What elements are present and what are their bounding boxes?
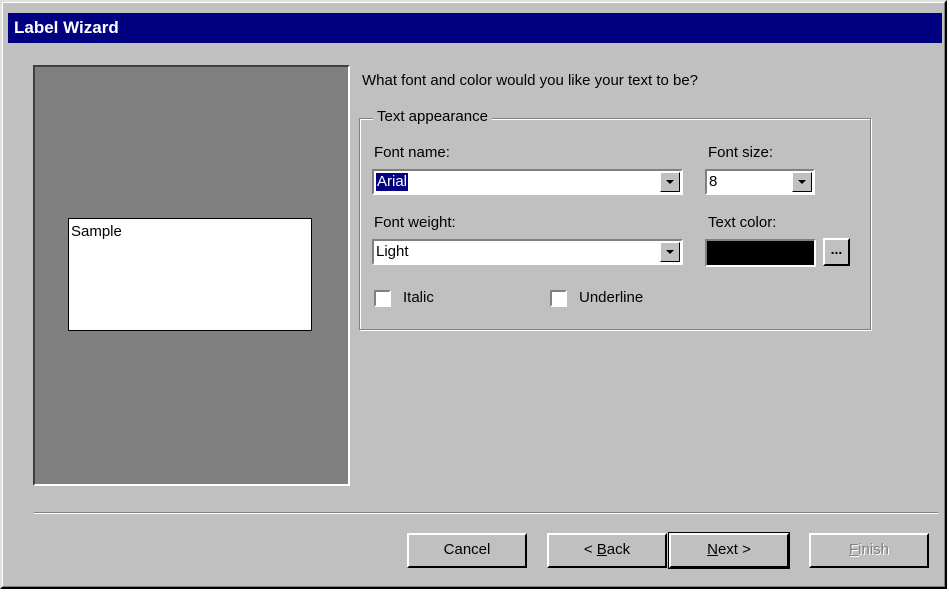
underline-label[interactable]: Underline (579, 289, 643, 306)
italic-checkbox[interactable] (374, 290, 391, 307)
font-name-combo[interactable]: Arial (372, 169, 683, 195)
text-color-swatch[interactable] (705, 239, 816, 267)
font-size-combo[interactable]: 8 (705, 169, 815, 195)
footer-separator (34, 512, 938, 514)
font-name-dropdown-button[interactable] (660, 172, 680, 192)
back-prefix: < (583, 541, 597, 558)
next-rest: ext > (717, 541, 751, 558)
chevron-down-icon (666, 180, 674, 184)
font-size-dropdown-button[interactable] (792, 172, 812, 192)
next-mnemonic: N (707, 541, 718, 558)
finish-mnemonic: F (848, 541, 859, 558)
text-color-picker-button[interactable]: ... (823, 238, 850, 266)
font-size-label: Font size: (708, 144, 774, 161)
font-name-label: Font name: (374, 144, 450, 161)
finish-button: Finish (809, 533, 929, 568)
font-name-value: Arial (376, 173, 409, 191)
sample-text: Sample (71, 223, 122, 240)
window-title: Label Wizard (14, 18, 119, 37)
wizard-question: What font and color would you like your … (362, 72, 699, 89)
next-button[interactable]: Next > (668, 532, 790, 569)
back-mnemonic: B (596, 541, 607, 558)
back-rest: ack (606, 541, 631, 558)
font-weight-dropdown-button[interactable] (660, 242, 680, 262)
sample-preview: Sample (68, 218, 312, 331)
font-weight-value: Light (376, 243, 409, 260)
text-color-label: Text color: (708, 214, 777, 231)
chevron-down-icon (798, 180, 806, 184)
finish-rest: inish (858, 541, 890, 558)
preview-panel: Sample (33, 65, 350, 486)
title-bar[interactable]: Label Wizard (8, 13, 942, 43)
chevron-down-icon (666, 250, 674, 254)
underline-checkbox[interactable] (550, 290, 567, 307)
italic-label[interactable]: Italic (403, 289, 434, 306)
back-button[interactable]: < Back (547, 533, 667, 568)
label-wizard-window: Label Wizard Sample What font and color … (0, 0, 947, 589)
font-weight-label: Font weight: (374, 214, 456, 231)
cancel-button[interactable]: Cancel (407, 533, 527, 568)
font-size-value: 8 (709, 173, 718, 190)
group-legend: Text appearance (373, 108, 492, 125)
font-weight-combo[interactable]: Light (372, 239, 683, 265)
